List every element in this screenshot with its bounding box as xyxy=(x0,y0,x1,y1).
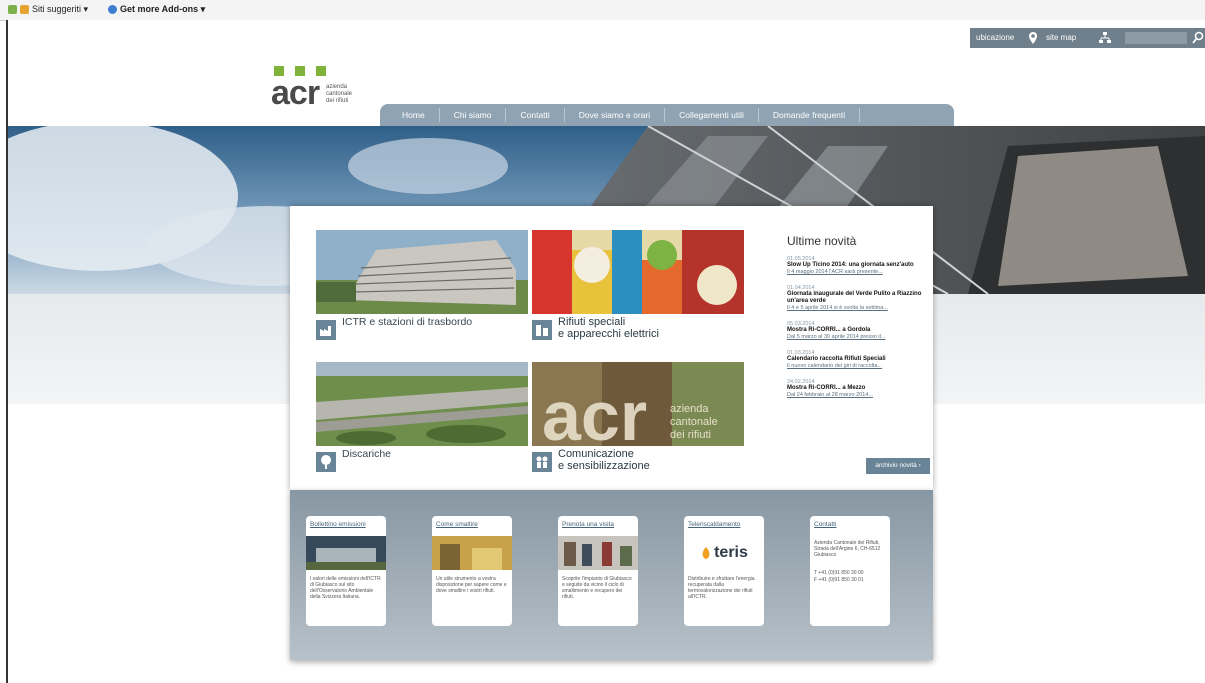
emissions-photo xyxy=(306,536,386,570)
svg-text:azienda: azienda xyxy=(670,403,709,415)
tile-communication-label-1: Comunicazione xyxy=(558,448,634,460)
card-emissions-text: I valori delle emissioni dell'ICTR di Gi… xyxy=(310,576,381,600)
tree-icon xyxy=(316,452,336,472)
landfill-photo xyxy=(316,362,528,446)
communication-photo: acr azienda cantonale dei rifiuti xyxy=(532,362,744,446)
news-item[interactable]: 01.04.2014 Giornata inaugurale del Verde … xyxy=(787,285,923,312)
card-district-heating[interactable]: Teleriscaldamento teris Distribuire e sf… xyxy=(684,516,764,626)
nav-tab-0[interactable]: Home xyxy=(388,108,440,122)
web-page: ubicazione site map acr azienda cantonal… xyxy=(6,20,1205,683)
news-item[interactable]: 01.05.2014 Slow Up Ticino 2014: una giorn… xyxy=(787,256,923,276)
tile-landfills-label: Discariche xyxy=(342,448,392,460)
nav-tab-3[interactable]: Dove siamo e orari xyxy=(565,108,666,122)
card-contacts-fax: F +41 (0)91 850 30 01 xyxy=(814,577,864,583)
suggested-sites-button[interactable]: Siti suggeriti ▾ xyxy=(8,4,88,15)
disposal-photo xyxy=(432,536,512,570)
card-disposal-title[interactable]: Come smaltire xyxy=(436,521,478,528)
content-card: ICTR e stazioni di trasbordo Rifiuti spe… xyxy=(290,206,933,490)
news-summary[interactable]: Il 4 e 5 aprile 2014 si è svolta la sett… xyxy=(787,305,923,312)
tile-communication[interactable]: acr azienda cantonale dei rifiuti Comuni… xyxy=(532,362,744,479)
svg-text:cantonale: cantonale xyxy=(670,416,718,428)
utility-bar: ubicazione site map xyxy=(970,28,1205,48)
card-district-heating-title[interactable]: Teleriscaldamento xyxy=(688,521,740,528)
svg-text:dei rifiuti: dei rifiuti xyxy=(670,429,711,441)
news-item[interactable]: 05.03.2014 Mostra Ri-CORRI... a Gordola Da… xyxy=(787,321,923,341)
tile-landfills[interactable]: Discariche xyxy=(316,362,528,479)
ictr-building-photo xyxy=(316,230,528,314)
news-title: Mostra Ri-CORRI... a Mezzo xyxy=(787,385,866,391)
card-disposal[interactable]: Come smaltire Un utile strumento a vostr… xyxy=(432,516,512,626)
news-summary[interactable]: Il nuovo calendario dei giri di raccolta… xyxy=(787,363,923,370)
suggested-sites-icon xyxy=(20,5,29,14)
people-icon xyxy=(532,452,552,472)
card-district-heating-text: Distribuire e sfruttare l'energia recupe… xyxy=(688,576,755,600)
svg-text:cantonale: cantonale xyxy=(326,91,353,97)
card-visit-text: Scoprite l'impianto di Giubiasco e segui… xyxy=(562,576,632,600)
acr-logo[interactable]: acr azienda cantonale dei rifiuti xyxy=(268,62,368,124)
tile-special-waste-label-1: Rifiuti speciali xyxy=(558,316,626,328)
teris-flame-icon xyxy=(702,547,710,559)
news-summary[interactable]: Il 4 maggio 2014 l'ACR sarà presente... xyxy=(787,269,923,276)
svg-text:dei rifiuti: dei rifiuti xyxy=(326,98,348,104)
sitemap-icon[interactable] xyxy=(1098,31,1112,45)
quick-links-panel: Bollettino emissioni I valori delle emis… xyxy=(290,490,933,660)
nav-tab-4[interactable]: Collegamenti utili xyxy=(665,108,759,122)
electric-waste-icon xyxy=(532,320,552,340)
card-contacts-address: Azienda Cantonale dei Rifiuti, Strada de… xyxy=(814,540,881,558)
browser-favorites-bar: Siti suggeriti ▾ Get more Add-ons ▾ xyxy=(0,0,1205,21)
card-disposal-text: Un utile strumento a vostra disposizione… xyxy=(436,576,507,594)
get-addons-button[interactable]: Get more Add-ons ▾ xyxy=(108,4,205,15)
card-visit[interactable]: Prenota una visita Scoprite l'impianto d… xyxy=(558,516,638,626)
ubicazione-link[interactable]: ubicazione xyxy=(976,33,1014,42)
tile-communication-label-2: e sensibilizzazione xyxy=(558,460,650,472)
addons-icon xyxy=(108,5,117,14)
news-item[interactable]: 01.03.2014 Calendario raccolta Rifiuti Sp… xyxy=(787,350,923,370)
nav-tab-2[interactable]: Contatti xyxy=(506,108,565,122)
news-title: Giornata inaugurale del Verde Pulito a R… xyxy=(787,291,922,304)
card-contacts-title[interactable]: Contatti xyxy=(814,521,836,528)
svg-text:acr: acr xyxy=(542,377,647,446)
teris-logo: teris xyxy=(684,536,764,570)
news-title: Mostra Ri-CORRI... a Gordola xyxy=(787,327,871,333)
search-input[interactable] xyxy=(1125,32,1187,44)
news-summary[interactable]: Dal 5 marzo al 30 aprile 2014 presso il.… xyxy=(787,334,923,341)
main-navigation: Home Chi siamo Contatti Dove siamo e orari C… xyxy=(380,104,954,126)
location-pin-icon[interactable] xyxy=(1028,31,1038,45)
card-contacts-phone: T +41 (0)91 850 30 00 xyxy=(814,570,864,576)
news-item[interactable]: 24.02.2014 Mostra Ri-CORRI... a Mezzo Dal … xyxy=(787,379,923,399)
news-title: Calendario raccolta Rifiuti Speciali xyxy=(787,356,886,362)
tile-special-waste[interactable]: Rifiuti speciali e apparecchi elettrici xyxy=(532,230,744,347)
news-title: Slow Up Ticino 2014: una giornata senz'a… xyxy=(787,262,914,268)
special-waste-photo xyxy=(532,230,744,314)
nav-tab-5[interactable]: Domande frequenti xyxy=(759,108,861,122)
svg-text:azienda: azienda xyxy=(326,84,348,90)
card-emissions-title[interactable]: Bollettino emissioni xyxy=(310,521,366,528)
favorites-star-icon xyxy=(8,5,17,14)
visit-photo xyxy=(558,536,638,570)
svg-text:acr: acr xyxy=(271,74,320,112)
news-summary[interactable]: Dal 24 febbraio al 28 marzo 2014... xyxy=(787,392,923,399)
card-contacts[interactable]: Contatti Azienda Cantonale dei Rifiuti, … xyxy=(810,516,890,626)
card-emissions[interactable]: Bollettino emissioni I valori delle emis… xyxy=(306,516,386,626)
tile-ictr-label: ICTR e stazioni di trasbordo xyxy=(342,316,473,328)
nav-tab-1[interactable]: Chi siamo xyxy=(440,108,507,122)
tile-ictr[interactable]: ICTR e stazioni di trasbordo xyxy=(316,230,528,347)
sitemap-link[interactable]: site map xyxy=(1046,33,1076,42)
latest-news: Ultime novità 01.05.2014 Slow Up Ticino 2… xyxy=(787,234,923,408)
factory-icon xyxy=(316,320,336,340)
search-icon[interactable] xyxy=(1192,31,1205,45)
card-visit-title[interactable]: Prenota una visita xyxy=(562,521,614,528)
news-archive-button[interactable]: archivio novità › xyxy=(866,458,930,474)
tile-special-waste-label-2: e apparecchi elettrici xyxy=(558,328,659,340)
news-heading: Ultime novità xyxy=(787,234,857,248)
